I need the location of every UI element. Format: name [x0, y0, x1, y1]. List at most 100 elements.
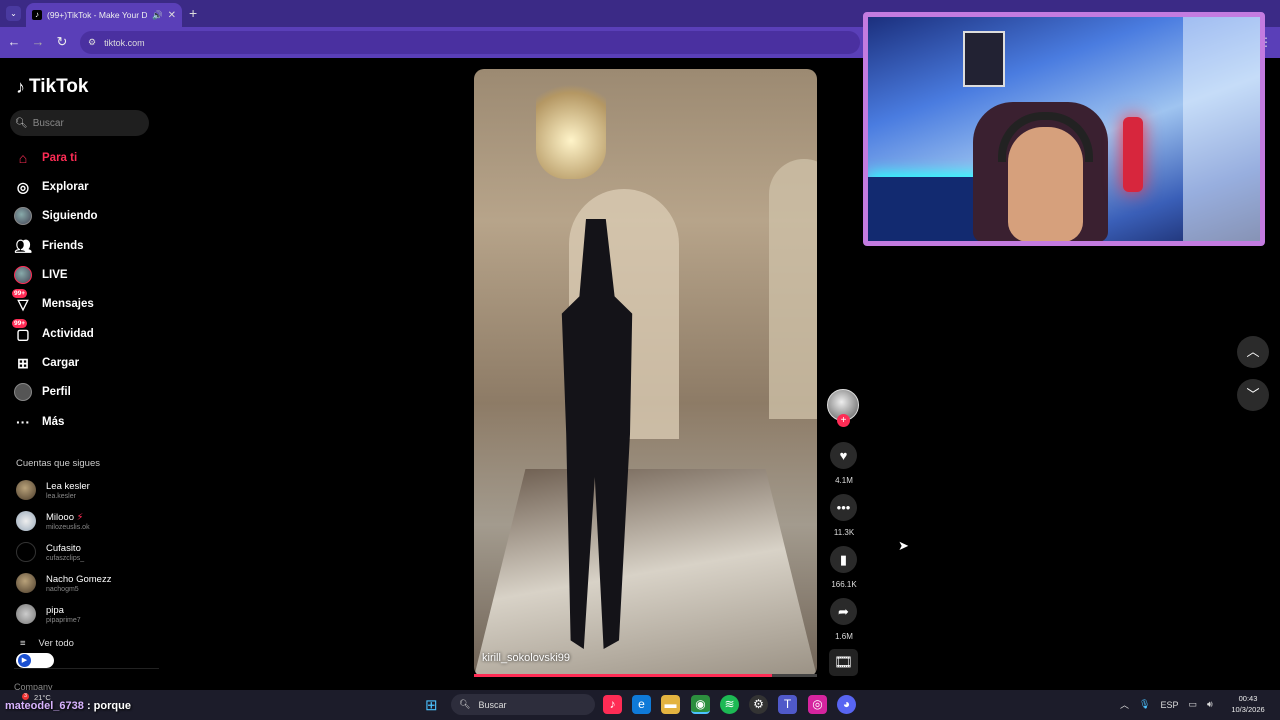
tiktok-app-icon[interactable]: ♪ — [603, 695, 622, 714]
chat-message: mateodel_6738 : porque — [5, 700, 131, 712]
steam-icon[interactable]: ⚙ — [749, 695, 768, 714]
next-video-button[interactable]: ﹀ — [1237, 379, 1269, 411]
instagram-icon[interactable]: ◎ — [808, 695, 827, 714]
language-indicator[interactable]: ESP — [1160, 700, 1178, 710]
microphone-icon[interactable]: 🎙︎ — [1139, 699, 1150, 710]
video-username[interactable]: kirill_sokolovski99 — [482, 652, 570, 664]
video-progress-bar[interactable] — [474, 674, 817, 677]
nav-mas[interactable]: ··· Más — [14, 411, 64, 433]
browser-tab[interactable]: ♪ (99+)TikTok - Make Your Da 🔊 ✕ — [26, 3, 182, 27]
account-handle: cufaszclips_ — [46, 554, 85, 562]
nav-label: Friends — [42, 240, 84, 252]
followed-account[interactable]: Milooo ⚡︎ milozeuslis.ok — [16, 511, 90, 531]
followed-account[interactable]: Nacho Gomezz nachogm5 — [16, 573, 111, 593]
forward-button[interactable]: → — [30, 34, 46, 49]
chrome-icon[interactable]: ◉ — [691, 695, 710, 714]
windows-start-icon[interactable]: ⊞ — [425, 696, 438, 714]
nav-friends[interactable]: 👥︎ Friends — [14, 235, 84, 257]
followed-account[interactable]: Cufasito cufaszclips_ — [16, 542, 84, 562]
search-icon: 🔍︎ — [15, 117, 28, 129]
follow-plus-icon[interactable]: + — [837, 414, 850, 427]
nav-label: Cargar — [42, 357, 80, 369]
live-avatar-icon — [14, 266, 32, 284]
search-input[interactable]: 🔍︎ Buscar — [10, 110, 149, 136]
network-icon[interactable]: ▭ — [1188, 699, 1197, 710]
teams-icon[interactable]: T — [778, 695, 797, 714]
chevron-down-icon: ﹀ — [1246, 387, 1260, 402]
comment-count: 11.3K — [833, 528, 855, 537]
nav-cargar[interactable]: ⊞ Cargar — [14, 352, 79, 374]
nav-label: Mensajes — [42, 298, 94, 310]
weather-badge: 3 — [22, 693, 29, 700]
nav-para-ti[interactable]: ⌂ Para ti — [14, 147, 77, 169]
video-scene-floor — [474, 469, 817, 677]
activity-icon: ▢ 99+ — [12, 319, 30, 342]
system-tray: ︿ 🎙︎ ESP ▭ 🔊︎ — [1120, 698, 1213, 711]
address-bar[interactable]: ⚙ tiktok.com — [80, 31, 860, 54]
account-avatar — [16, 573, 36, 593]
video-player[interactable] — [474, 69, 817, 677]
discord-icon[interactable]: ◕ — [837, 695, 856, 714]
webcam-microphone — [1123, 117, 1143, 192]
account-avatar — [16, 511, 36, 531]
new-tab-button[interactable]: + — [189, 5, 197, 21]
comment-button[interactable]: ••• — [830, 494, 857, 521]
tiktok-note-icon: ♪ — [16, 76, 25, 97]
sidebar: ♪ TikTok 🔍︎ Buscar ⌂ Para ti ◎ Explorar … — [0, 58, 160, 692]
spotify-icon[interactable]: ≋ — [720, 695, 739, 714]
nav-siguiendo[interactable]: Siguiendo — [14, 205, 98, 227]
overlay-toggle[interactable]: ▶ — [16, 653, 54, 668]
video-scene-chandelier — [536, 69, 606, 179]
list-icon: ≡ — [20, 638, 26, 649]
lightning-icon: ⚡︎ — [76, 511, 84, 523]
tiktok-logo[interactable]: ♪ TikTok — [16, 76, 88, 98]
save-button[interactable]: ▮ — [830, 546, 857, 573]
more-dots-icon: ··· — [16, 414, 30, 430]
share-button[interactable]: ➦ — [830, 598, 857, 625]
site-info-icon[interactable]: ⚙ — [88, 37, 96, 48]
nav-mensajes[interactable]: ▽ 99+ Mensajes — [12, 289, 94, 315]
webcam-poster — [963, 31, 1005, 87]
account-avatar — [16, 480, 36, 500]
speaker-icon[interactable]: 🔊 — [152, 10, 163, 21]
file-explorer-icon[interactable]: ▬ — [661, 695, 680, 714]
account-name: Nacho Gomezz — [46, 573, 112, 585]
taskbar-search[interactable]: 🔍︎ Buscar — [451, 694, 595, 715]
messages-icon: ▽ 99+ — [12, 289, 29, 312]
account-name: pipa — [46, 604, 64, 616]
tab-title: (99+)TikTok - Make Your Da — [47, 10, 148, 20]
chat-username: mateodel_6738 — [5, 700, 84, 712]
nav-label: Actividad — [42, 328, 94, 340]
volume-icon[interactable]: 🔊︎ — [1207, 699, 1213, 710]
search-placeholder: Buscar — [32, 117, 64, 129]
like-button[interactable]: ♥ — [830, 442, 857, 469]
nav-explorar[interactable]: ◎ Explorar — [14, 176, 89, 198]
webcam-overlay — [863, 12, 1265, 246]
tab-search-button[interactable]: ⌄ — [6, 6, 21, 21]
close-tab-icon[interactable]: ✕ — [168, 10, 176, 21]
followed-account[interactable]: pipa pipaprime7 — [16, 604, 81, 624]
reload-button[interactable]: ↻ — [54, 34, 70, 50]
chat-text: : porque — [86, 700, 131, 712]
music-disc-icon[interactable]: 🎞 — [829, 649, 858, 676]
account-handle: milozeuslis.ok — [46, 523, 90, 531]
compass-icon: ◎ — [16, 178, 30, 195]
account-handle: pipaprime7 — [46, 616, 81, 624]
tiktok-favicon-icon: ♪ — [32, 10, 42, 20]
nav-perfil[interactable]: Perfil — [14, 381, 71, 403]
nav-actividad[interactable]: ▢ 99+ Actividad — [12, 319, 94, 345]
previous-video-button[interactable]: ︿ — [1237, 336, 1269, 368]
account-handle: lea.kesler — [46, 492, 76, 500]
followed-account[interactable]: Lea kesler lea.kesler — [16, 480, 90, 500]
taskbar-clock[interactable]: 00:43 10/3/2026 — [1228, 693, 1268, 715]
edge-icon[interactable]: e — [632, 695, 651, 714]
activity-badge: 99+ — [12, 319, 28, 328]
see-all-link[interactable]: ≡ Ver todo — [20, 638, 74, 649]
nav-live[interactable]: LIVE — [14, 264, 68, 286]
account-handle: nachogm5 — [46, 585, 79, 593]
back-button[interactable]: ← — [6, 34, 22, 49]
nav-label: Para ti — [42, 152, 78, 164]
profile-avatar-icon — [14, 383, 32, 401]
divider — [14, 668, 159, 669]
tray-chevron-up-icon[interactable]: ︿ — [1120, 698, 1129, 711]
